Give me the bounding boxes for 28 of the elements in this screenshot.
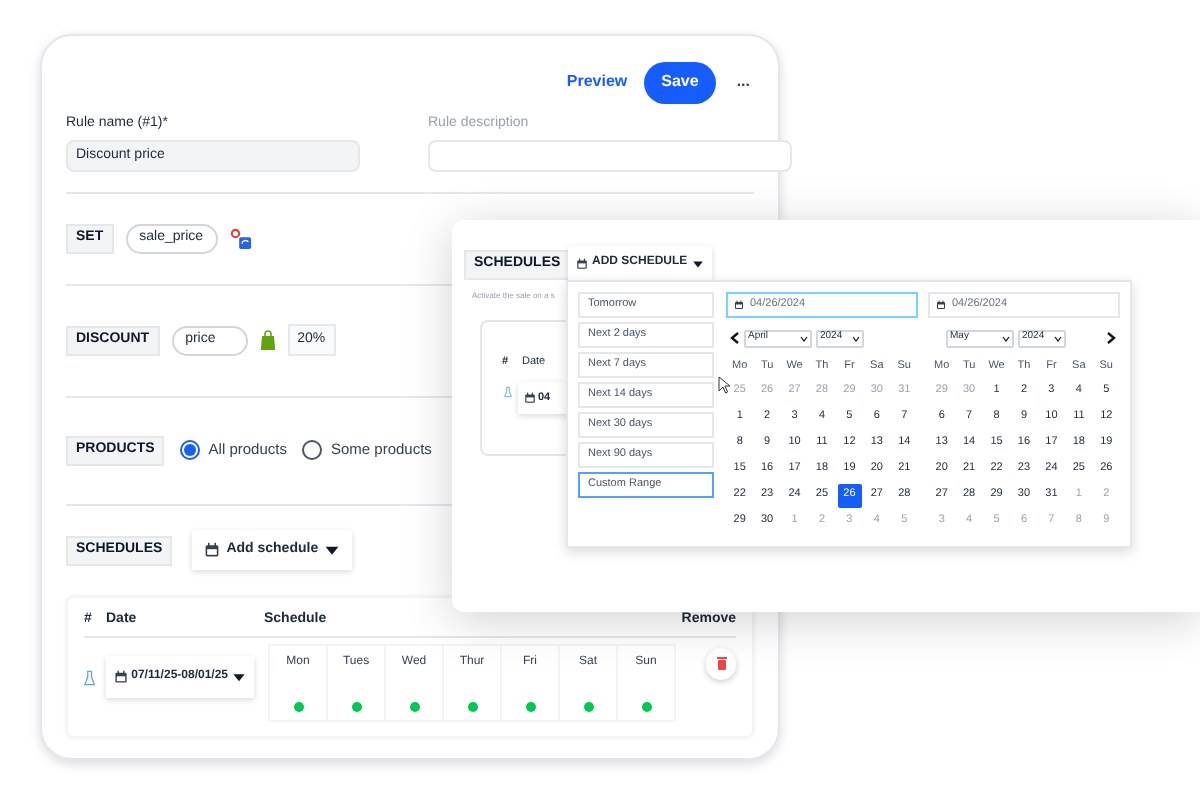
more-button[interactable]: ... bbox=[732, 70, 754, 94]
chevron-down-icon bbox=[1002, 335, 1010, 341]
caret-icon bbox=[324, 542, 341, 558]
save-button[interactable]: Save bbox=[643, 61, 717, 103]
flask-icon bbox=[504, 386, 512, 398]
calendar-icon bbox=[524, 392, 536, 404]
caret-icon bbox=[691, 257, 704, 269]
flask-icon bbox=[84, 669, 96, 685]
calendar-icon bbox=[204, 542, 221, 558]
radio-button[interactable] bbox=[302, 440, 323, 460]
rule-description-field[interactable] bbox=[428, 139, 792, 171]
calendar-icon bbox=[734, 300, 744, 310]
calendar-icon bbox=[936, 300, 946, 310]
delete-button[interactable] bbox=[706, 647, 736, 679]
radio-button[interactable] bbox=[180, 440, 201, 460]
sync-badge-icon bbox=[229, 227, 252, 249]
chevron-right-icon bbox=[1106, 332, 1116, 344]
trash-icon bbox=[715, 656, 727, 670]
calendar-icon bbox=[576, 257, 588, 269]
chevron-down-icon bbox=[1054, 335, 1062, 341]
calendar-icon bbox=[113, 669, 128, 683]
chevron-left-icon bbox=[730, 332, 740, 344]
cursor-icon bbox=[718, 376, 730, 394]
chevron-down-icon bbox=[852, 335, 860, 341]
shopping-bag-icon bbox=[259, 330, 276, 350]
caret-icon bbox=[232, 669, 247, 683]
preview-link[interactable]: Preview bbox=[566, 70, 628, 94]
chevron-down-icon bbox=[800, 335, 808, 341]
